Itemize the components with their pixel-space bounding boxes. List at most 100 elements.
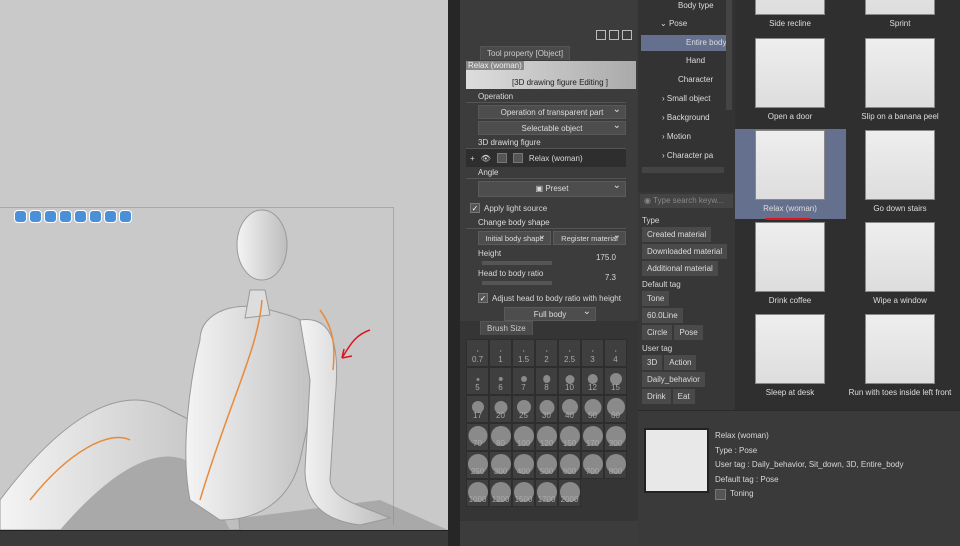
tag-3d[interactable]: 3D bbox=[642, 355, 663, 370]
tab-brush-size[interactable]: Brush Size bbox=[480, 321, 533, 335]
head-ratio-slider[interactable] bbox=[482, 281, 552, 285]
eye-icon[interactable]: 👁 bbox=[481, 154, 491, 163]
brush-size-700[interactable]: 700 bbox=[581, 451, 604, 479]
brush-size-1000[interactable]: 1000 bbox=[466, 479, 489, 507]
head-ratio-value[interactable]: 7.3 bbox=[605, 273, 616, 282]
brush-size-20[interactable]: 20 bbox=[489, 395, 512, 423]
tree-item-entire-body[interactable]: Entire body bbox=[686, 34, 726, 52]
brush-size-1.5[interactable]: 1.5 bbox=[512, 339, 535, 367]
brush-size-150[interactable]: 150 bbox=[558, 423, 581, 451]
brush-size-7[interactable]: 7 bbox=[512, 367, 535, 395]
selectable-dropdown[interactable]: Selectable object bbox=[478, 119, 626, 135]
brush-size-15[interactable]: 15 bbox=[604, 367, 627, 395]
figure-select[interactable]: + 👁 Relax (woman) bbox=[466, 149, 626, 167]
brush-size-100[interactable]: 100 bbox=[512, 423, 535, 451]
brush-size-8[interactable]: 8 bbox=[535, 367, 558, 395]
toning-checkbox[interactable] bbox=[715, 488, 726, 500]
brush-size-2.5[interactable]: 2.5 bbox=[558, 339, 581, 367]
brush-size-1200[interactable]: 1200 bbox=[489, 479, 512, 507]
tag-circle[interactable]: Circle bbox=[642, 325, 673, 340]
brush-size-4[interactable]: 4 bbox=[604, 339, 627, 367]
brush-size-label: 600 bbox=[562, 467, 577, 476]
tag-tone[interactable]: Tone bbox=[642, 291, 670, 306]
material-item[interactable]: Relax (woman) bbox=[735, 130, 845, 213]
brush-size-6[interactable]: 6 bbox=[489, 367, 512, 395]
material-item[interactable]: Go down stairs bbox=[845, 130, 955, 213]
middle-panel: Tool property [Object] Relax (woman) [3D… bbox=[460, 0, 638, 546]
brush-size-80[interactable]: 80 bbox=[489, 423, 512, 451]
brush-size-50[interactable]: 50 bbox=[581, 395, 604, 423]
expand-icon[interactable]: + bbox=[470, 154, 475, 163]
brush-size-70[interactable]: 70 bbox=[466, 423, 489, 451]
tree-item-motion[interactable]: › Motion bbox=[662, 128, 691, 146]
brush-size-2[interactable]: 2 bbox=[535, 339, 558, 367]
brush-size-120[interactable]: 120 bbox=[535, 423, 558, 451]
full-body-dropdown[interactable]: Full body bbox=[504, 305, 596, 321]
brush-size-600[interactable]: 600 bbox=[558, 451, 581, 479]
brush-size-250[interactable]: 250 bbox=[466, 451, 489, 479]
tag-daily-behavior[interactable]: Daily_behavior bbox=[642, 372, 705, 387]
tag-drink[interactable]: Drink bbox=[642, 389, 671, 404]
material-item[interactable]: Slip on a banana peel bbox=[845, 38, 955, 121]
operation-dropdown[interactable]: Operation of transparent part bbox=[478, 103, 626, 119]
tree-item-body-type[interactable]: Body type bbox=[678, 0, 714, 15]
angle-preset-dropdown[interactable]: ▣ Preset bbox=[478, 179, 626, 197]
height-value[interactable]: 175.0 bbox=[596, 253, 616, 262]
brush-size-5[interactable]: 5 bbox=[466, 367, 489, 395]
brush-size-1700[interactable]: 1700 bbox=[535, 479, 558, 507]
adjust-ratio-checkbox[interactable]: ✓ bbox=[478, 293, 488, 303]
material-item[interactable]: Side recline bbox=[735, 0, 845, 28]
brush-size-17[interactable]: 17 bbox=[466, 395, 489, 423]
tree-item-character-parts[interactable]: › Character pa bbox=[662, 147, 713, 165]
brush-size-60[interactable]: 60 bbox=[604, 395, 627, 423]
panel-divider[interactable] bbox=[448, 0, 460, 546]
brush-size-10[interactable]: 10 bbox=[558, 367, 581, 395]
tree-item-character[interactable]: Character bbox=[678, 71, 713, 89]
height-slider[interactable] bbox=[482, 261, 552, 265]
new-layer-icon[interactable] bbox=[609, 30, 619, 40]
3d-figure[interactable] bbox=[0, 200, 448, 530]
brush-size-2000[interactable]: 2000 bbox=[558, 479, 581, 507]
material-item[interactable]: Sleep at desk bbox=[735, 314, 845, 397]
tree-item-hand[interactable]: Hand bbox=[686, 52, 705, 70]
brush-size-400[interactable]: 400 bbox=[512, 451, 535, 479]
material-item[interactable]: Wipe a window bbox=[845, 222, 955, 305]
trash-icon[interactable] bbox=[622, 30, 632, 40]
brush-size-800[interactable]: 800 bbox=[604, 451, 627, 479]
apply-light-checkbox[interactable]: ✓ bbox=[470, 203, 480, 213]
brush-size-300[interactable]: 300 bbox=[489, 451, 512, 479]
register-material-button[interactable]: Register material bbox=[553, 229, 626, 245]
brush-size-40[interactable]: 40 bbox=[558, 395, 581, 423]
search-input[interactable]: ◉ Type search keyw... bbox=[640, 194, 733, 208]
material-item[interactable]: Sprint bbox=[845, 0, 955, 28]
brush-size-12[interactable]: 12 bbox=[581, 367, 604, 395]
brush-size-500[interactable]: 500 bbox=[535, 451, 558, 479]
tab-tool-property[interactable]: Tool property [Object] bbox=[480, 46, 571, 60]
tag-eat[interactable]: Eat bbox=[672, 389, 695, 404]
tag-action[interactable]: Action bbox=[664, 355, 697, 370]
tag-downloaded[interactable]: Downloaded material bbox=[642, 244, 728, 259]
tree-vertical-scrollbar[interactable] bbox=[726, 0, 732, 110]
brush-size-170[interactable]: 170 bbox=[581, 423, 604, 451]
tree-horizontal-scrollbar[interactable] bbox=[642, 167, 724, 173]
tree-item-pose[interactable]: ⌄ Pose bbox=[660, 15, 687, 33]
brush-size-200[interactable]: 200 bbox=[604, 423, 627, 451]
initial-body-shape-button[interactable]: Initial body shape bbox=[478, 229, 551, 245]
canvas[interactable] bbox=[0, 0, 448, 530]
material-item[interactable]: Drink coffee bbox=[735, 222, 845, 305]
tree-item-background[interactable]: › Background bbox=[662, 109, 710, 127]
tag-created[interactable]: Created material bbox=[642, 227, 712, 242]
tag-pose[interactable]: Pose bbox=[674, 325, 703, 340]
brush-size-1500[interactable]: 1500 bbox=[512, 479, 535, 507]
tag-additional[interactable]: Additional material bbox=[642, 261, 718, 276]
import-icon[interactable] bbox=[596, 30, 606, 40]
material-item[interactable]: Open a door bbox=[735, 38, 845, 121]
material-item[interactable]: Run with toes inside left front bbox=[845, 314, 955, 397]
brush-size-0.7[interactable]: 0.7 bbox=[466, 339, 489, 367]
tag-line[interactable]: 60.0Line bbox=[642, 308, 683, 323]
brush-size-1[interactable]: 1 bbox=[489, 339, 512, 367]
brush-size-25[interactable]: 25 bbox=[512, 395, 535, 423]
brush-size-30[interactable]: 30 bbox=[535, 395, 558, 423]
tree-item-small-object[interactable]: › Small object bbox=[662, 90, 710, 108]
brush-size-3[interactable]: 3 bbox=[581, 339, 604, 367]
